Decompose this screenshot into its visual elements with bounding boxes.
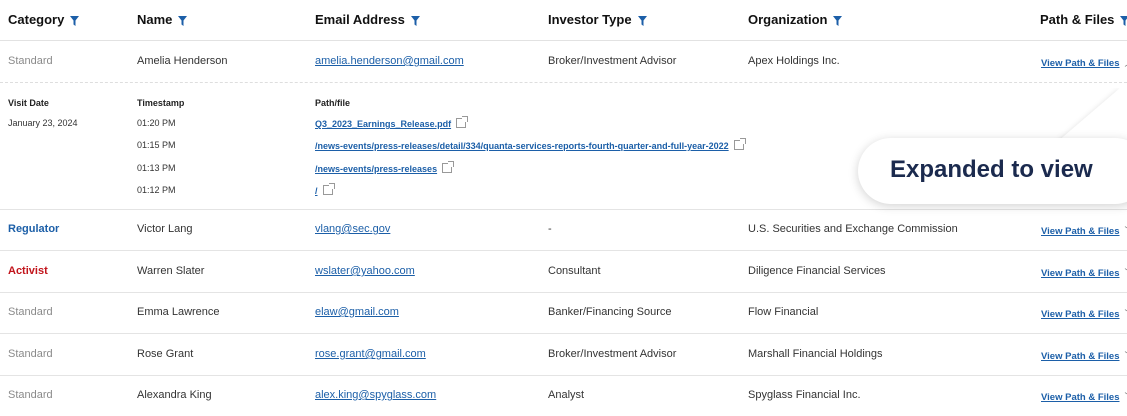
email-link[interactable]: elaw@gmail.com [315, 306, 399, 318]
table-row[interactable]: Standard Emma Lawrence elaw@gmail.com Ba… [0, 292, 1127, 334]
column-header-investor-type[interactable]: Investor Type [548, 12, 647, 27]
external-link-icon[interactable] [323, 185, 333, 195]
investor-type-cell: Consultant [548, 265, 601, 277]
timestamp-value: 01:12 PM [137, 185, 176, 195]
organization-cell: Marshall Financial Holdings [748, 348, 883, 360]
external-link-icon[interactable] [734, 140, 744, 150]
callout-text: Expanded to view [890, 156, 1093, 184]
organization-cell: Apex Holdings Inc. [748, 55, 840, 67]
filter-icon[interactable] [411, 16, 420, 26]
investor-type-cell: Broker/Investment Advisor [548, 348, 676, 360]
email-link[interactable]: alex.king@spyglass.com [315, 389, 436, 401]
organization-cell: Flow Financial [748, 306, 818, 318]
path-link[interactable]: / [315, 186, 318, 196]
organization-cell: U.S. Securities and Exchange Commission [748, 223, 958, 235]
filter-icon[interactable] [178, 16, 187, 26]
column-header-email[interactable]: Email Address [315, 12, 420, 27]
external-link-icon[interactable] [456, 118, 466, 128]
name-cell: Alexandra King [137, 389, 212, 401]
path-entry[interactable]: /news-events/press-releases/detail/334/q… [315, 140, 744, 151]
investor-type-cell: Banker/Financing Source [548, 306, 672, 318]
table-header: Category Name Email Address Investor Typ… [0, 0, 1127, 41]
email-link[interactable]: rose.grant@gmail.com [315, 348, 426, 360]
view-path-files-button[interactable]: View Path & Files﹀ [1041, 266, 1127, 279]
filter-icon[interactable] [833, 16, 842, 26]
path-entry[interactable]: /news-events/press-releases [315, 163, 452, 174]
table-row[interactable]: Activist Warren Slater wslater@yahoo.com… [0, 251, 1127, 293]
name-cell: Warren Slater [137, 265, 204, 277]
path-file-label: Path/file [315, 98, 350, 108]
filter-icon[interactable] [1120, 16, 1127, 26]
visit-date-value: January 23, 2024 [8, 118, 78, 128]
timestamp-value: 01:15 PM [137, 140, 176, 150]
view-path-files-button[interactable]: View Path & Files︿ [1041, 56, 1127, 69]
investor-type-cell: - [548, 223, 552, 235]
path-link[interactable]: /news-events/press-releases/detail/334/q… [315, 141, 729, 151]
name-cell: Amelia Henderson [137, 55, 228, 67]
name-cell: Victor Lang [137, 223, 192, 235]
timestamp-label: Timestamp [137, 98, 184, 108]
visit-date-label: Visit Date [8, 98, 49, 108]
timestamp-value: 01:20 PM [137, 118, 176, 128]
path-link[interactable]: /news-events/press-releases [315, 164, 437, 174]
column-header-name[interactable]: Name [137, 12, 187, 27]
category-cell: Activist [8, 265, 48, 277]
table-row[interactable]: Standard Rose Grant rose.grant@gmail.com… [0, 334, 1127, 376]
investor-type-cell: Analyst [548, 389, 584, 401]
table-row[interactable]: Standard Amelia Henderson amelia.henders… [0, 41, 1127, 82]
investor-type-cell: Broker/Investment Advisor [548, 55, 676, 67]
filter-icon[interactable] [638, 16, 647, 26]
organization-cell: Spyglass Financial Inc. [748, 389, 861, 401]
view-path-files-button[interactable]: View Path & Files﹀ [1041, 349, 1127, 362]
name-cell: Emma Lawrence [137, 306, 220, 318]
path-entry[interactable]: Q3_2023_Earnings_Release.pdf [315, 118, 466, 129]
name-cell: Rose Grant [137, 348, 193, 360]
callout-bubble: Expanded to view [858, 138, 1127, 204]
external-link-icon[interactable] [442, 163, 452, 173]
column-header-path-files[interactable]: Path & Files [1040, 12, 1127, 27]
category-cell: Standard [8, 55, 53, 67]
view-path-files-button[interactable]: View Path & Files﹀ [1041, 307, 1127, 320]
email-link[interactable]: vlang@sec.gov [315, 223, 390, 235]
category-cell: Regulator [8, 223, 59, 235]
column-header-organization[interactable]: Organization [748, 12, 842, 27]
path-link[interactable]: Q3_2023_Earnings_Release.pdf [315, 119, 451, 129]
timestamp-value: 01:13 PM [137, 163, 176, 173]
category-cell: Standard [8, 389, 53, 401]
email-link[interactable]: amelia.henderson@gmail.com [315, 55, 464, 67]
filter-icon[interactable] [70, 16, 79, 26]
category-cell: Standard [8, 306, 53, 318]
table-row[interactable]: Standard Alexandra King alex.king@spygla… [0, 375, 1127, 416]
column-header-category[interactable]: Category [8, 12, 79, 27]
view-path-files-button[interactable]: View Path & Files﹀ [1041, 390, 1127, 403]
table-row[interactable]: Regulator Victor Lang vlang@sec.gov - U.… [0, 209, 1127, 251]
email-link[interactable]: wslater@yahoo.com [315, 265, 415, 277]
view-path-files-button[interactable]: View Path & Files﹀ [1041, 224, 1127, 237]
organization-cell: Diligence Financial Services [748, 265, 886, 277]
path-entry[interactable]: / [315, 185, 333, 196]
category-cell: Standard [8, 348, 53, 360]
